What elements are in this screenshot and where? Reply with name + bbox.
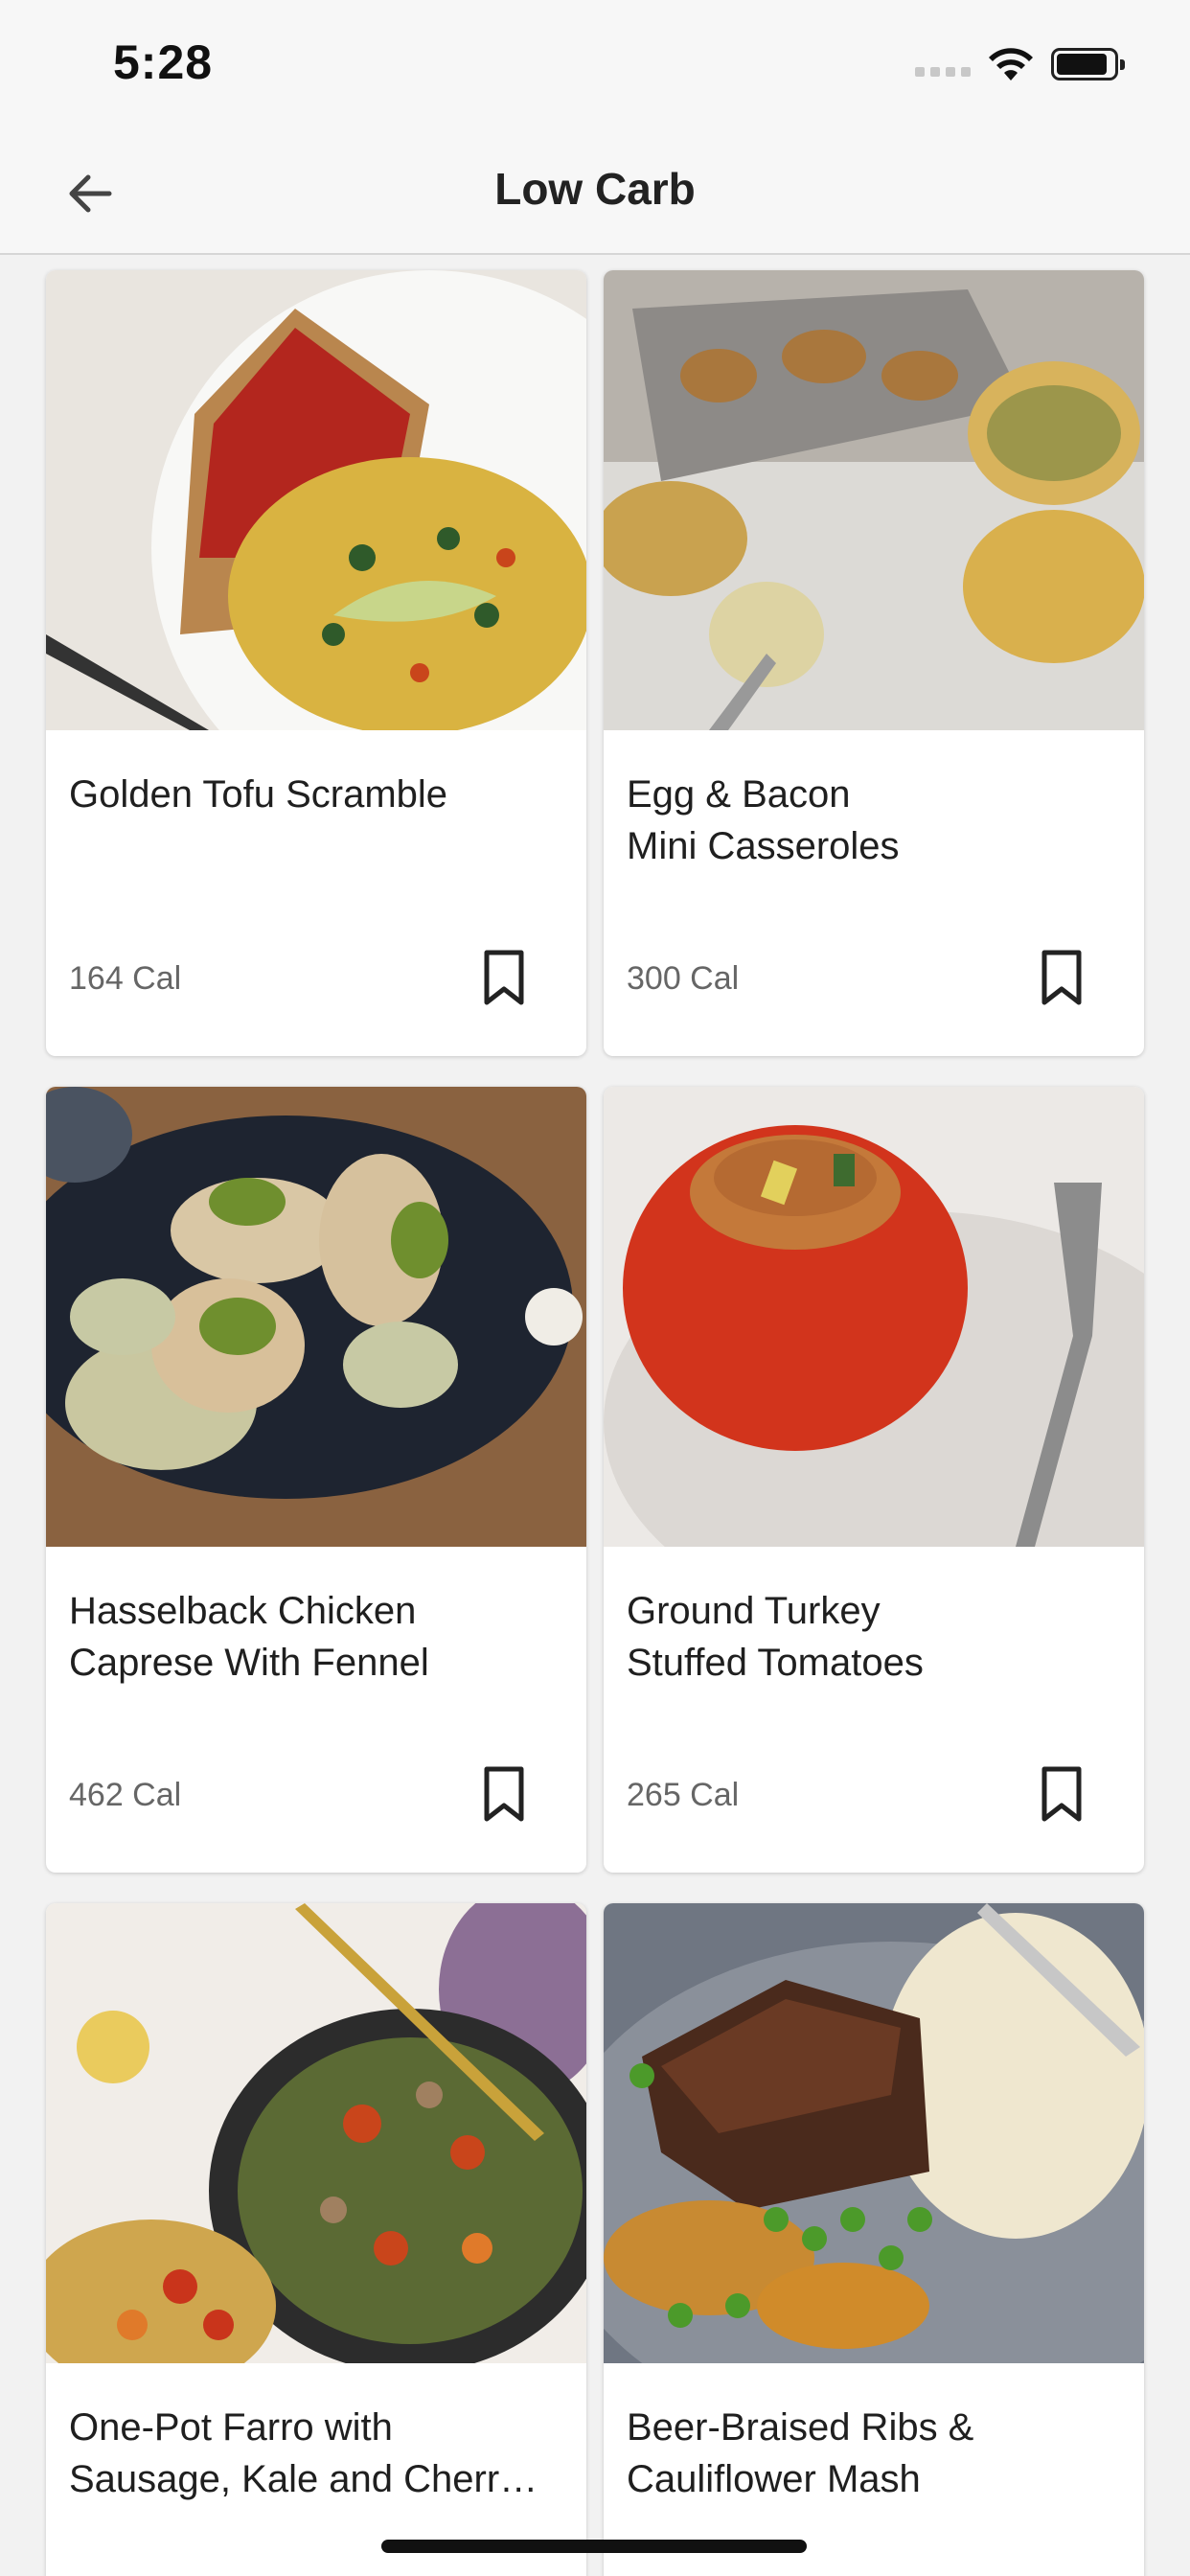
recipe-photo-farro-sausage-kale xyxy=(46,1903,586,2363)
recipe-photo-stuffed-tomatoes xyxy=(604,1087,1144,1547)
recipe-card[interactable]: Egg & Bacon Mini Casseroles 300 Cal xyxy=(604,270,1144,1056)
recipe-title-line: Caprese With Fennel xyxy=(69,1642,429,1684)
recipe-calories: 265 Cal xyxy=(627,1777,740,1813)
recipe-photo-beer-braised-ribs xyxy=(604,1903,1144,2363)
status-time: 5:28 xyxy=(113,35,214,89)
home-indicator[interactable] xyxy=(381,2540,807,2553)
recipe-card[interactable]: Golden Tofu Scramble 164 Cal xyxy=(46,270,586,1056)
recipe-title-line: Golden Tofu Scramble xyxy=(69,773,448,816)
recipe-title: Golden Tofu Scramble xyxy=(69,769,567,820)
status-bar: 5:28 xyxy=(0,0,1190,134)
recipe-title-line: One-Pot Farro with xyxy=(69,2406,393,2449)
bookmark-icon[interactable] xyxy=(479,1765,529,1823)
recipe-calories: 300 Cal xyxy=(627,960,740,997)
navigation-bar: Low Carb xyxy=(0,134,1190,255)
recipe-title: Beer-Braised Ribs & Cauliflower Mash xyxy=(627,2402,1125,2505)
recipe-photo-tofu-scramble xyxy=(46,270,586,730)
recipe-title-line: Egg & Bacon xyxy=(627,773,851,816)
bookmark-icon[interactable] xyxy=(1037,949,1087,1006)
recipe-grid: Golden Tofu Scramble 164 Cal Egg & Bacon… xyxy=(0,253,1190,2576)
recipe-card[interactable]: Ground Turkey Stuffed Tomatoes 265 Cal xyxy=(604,1087,1144,1873)
recipe-title-line: Ground Turkey xyxy=(627,1590,881,1632)
recipe-title: Hasselback Chicken Caprese With Fennel xyxy=(69,1585,567,1689)
cellular-signal-icon xyxy=(915,67,971,77)
battery-icon xyxy=(1051,48,1125,80)
recipe-card[interactable]: One-Pot Farro with Sausage, Kale and Che… xyxy=(46,1903,586,2576)
recipe-card[interactable]: Beer-Braised Ribs & Cauliflower Mash xyxy=(604,1903,1144,2576)
recipe-photo-egg-bacon-casseroles xyxy=(604,270,1144,730)
recipe-title-line: Mini Casseroles xyxy=(627,825,900,867)
recipe-title: One-Pot Farro with Sausage, Kale and Che… xyxy=(69,2402,567,2505)
recipe-photo-hasselback-chicken xyxy=(46,1087,586,1547)
recipe-title-line: Sausage, Kale and Cherr… xyxy=(69,2458,538,2500)
recipe-title-line: Beer-Braised Ribs & xyxy=(627,2406,974,2449)
recipe-title-line: Stuffed Tomatoes xyxy=(627,1642,924,1684)
recipe-card[interactable]: Hasselback Chicken Caprese With Fennel 4… xyxy=(46,1087,586,1873)
recipe-title: Ground Turkey Stuffed Tomatoes xyxy=(627,1585,1125,1689)
recipe-title-line: Hasselback Chicken xyxy=(69,1590,417,1632)
wifi-icon xyxy=(989,48,1033,80)
bookmark-icon[interactable] xyxy=(479,949,529,1006)
recipe-calories: 164 Cal xyxy=(69,960,182,997)
recipe-title: Egg & Bacon Mini Casseroles xyxy=(627,769,1125,872)
recipe-title-line: Cauliflower Mash xyxy=(627,2458,921,2500)
recipe-calories: 462 Cal xyxy=(69,1777,182,1813)
bookmark-icon[interactable] xyxy=(1037,1765,1087,1823)
page-title: Low Carb xyxy=(494,164,696,214)
